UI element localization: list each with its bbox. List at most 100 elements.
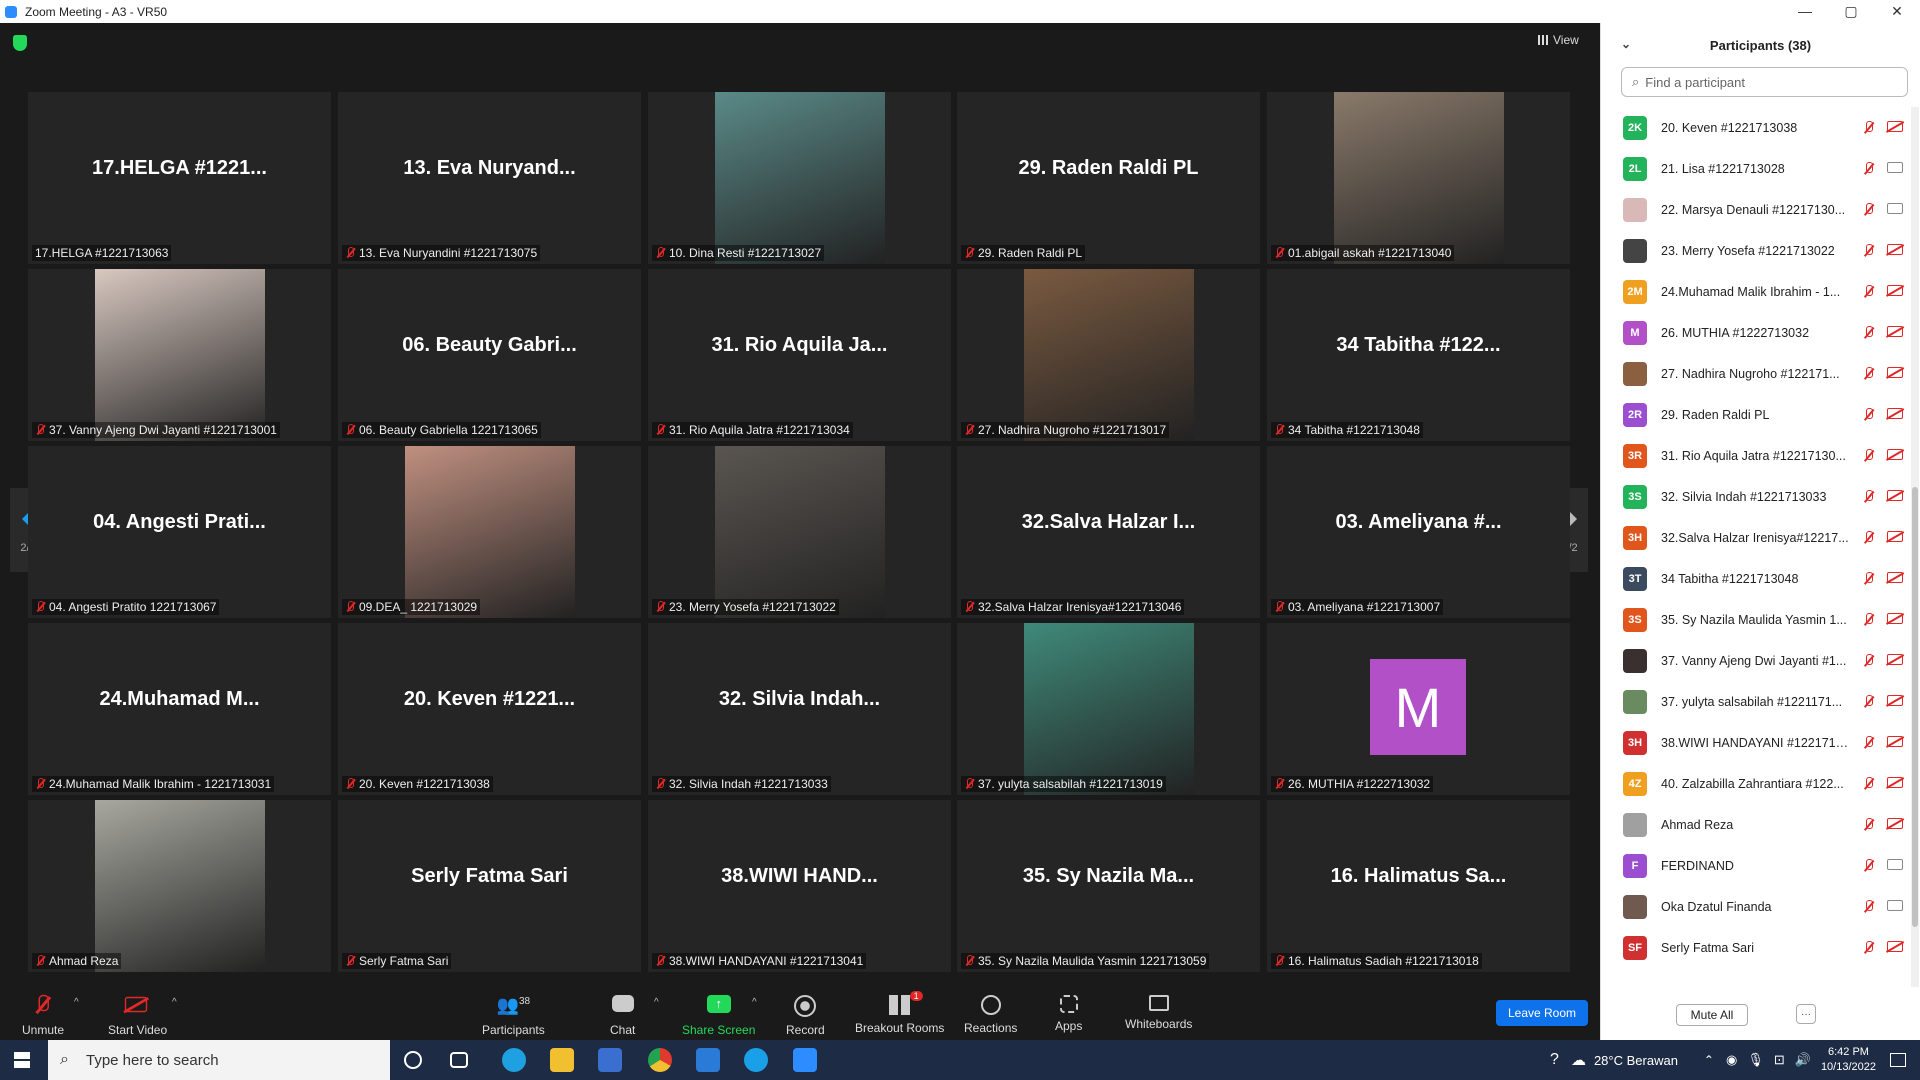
help-icon[interactable]: ?: [1550, 1051, 1559, 1069]
participant-row[interactable]: 2M 24.Muhamad Malik Ibrahim - 1...: [1601, 271, 1911, 312]
chevron-up-icon[interactable]: ⌃: [1704, 1053, 1714, 1067]
video-tile[interactable]: 03. Ameliyana #... 03. Ameliyana #1221713…: [1267, 446, 1570, 618]
participant-row[interactable]: Ahmad Reza: [1601, 804, 1911, 845]
file-explorer-icon[interactable]: [550, 1048, 574, 1072]
video-tile[interactable]: 35. Sy Nazila Ma... 35. Sy Nazila Maulida…: [957, 800, 1260, 972]
muted-mic-icon[interactable]: [1863, 121, 1875, 134]
video-tile[interactable]: 20. Keven #1221... 20. Keven #1221713038: [338, 623, 641, 795]
muted-mic-icon[interactable]: [1863, 654, 1875, 667]
muted-mic-icon[interactable]: [1863, 531, 1875, 544]
video-on-icon[interactable]: [1887, 203, 1903, 214]
reactions-button[interactable]: Reactions: [964, 995, 1017, 1035]
cortana-icon[interactable]: [404, 1051, 422, 1069]
edge-icon[interactable]: [502, 1048, 526, 1072]
participants-button[interactable]: 👥38 Participants: [482, 995, 545, 1037]
chat-options-caret-icon[interactable]: ^: [654, 997, 659, 1008]
muted-mic-icon[interactable]: [1863, 900, 1875, 913]
participant-row[interactable]: Oka Dzatul Finanda: [1601, 886, 1911, 927]
teamviewer-icon[interactable]: [744, 1048, 768, 1072]
participant-row[interactable]: 22. Marsya Denauli #12217130...: [1601, 189, 1911, 230]
video-tile[interactable]: Serly Fatma Sari Serly Fatma Sari: [338, 800, 641, 972]
video-tile[interactable]: 37. yulyta salsabilah #1221713019: [957, 623, 1260, 795]
video-tile[interactable]: Ahmad Reza: [28, 800, 331, 972]
video-tile[interactable]: 10. Dina Resti #1221713027: [648, 92, 951, 264]
participant-row[interactable]: 23. Merry Yosefa #1221713022: [1601, 230, 1911, 271]
unmute-button[interactable]: Unmute: [22, 994, 64, 1037]
participant-row[interactable]: 27. Nadhira Nugroho #122171...: [1601, 353, 1911, 394]
participant-row[interactable]: F FERDINAND: [1601, 845, 1911, 886]
apps-button[interactable]: Apps: [1055, 995, 1082, 1033]
meet-now-icon[interactable]: ◉: [1726, 1052, 1737, 1068]
video-tile[interactable]: 09.DEA_ 1221713029: [338, 446, 641, 618]
muted-mic-icon[interactable]: [1863, 695, 1875, 708]
video-tile[interactable]: 38.WIWI HAND... 38.WIWI HANDAYANI #122171…: [648, 800, 951, 972]
muted-mic-icon[interactable]: [1863, 449, 1875, 462]
participant-list-scrollbar[interactable]: [1911, 107, 1919, 987]
participant-row[interactable]: 4Z 40. Zalzabilla Zahrantiara #122...: [1601, 763, 1911, 804]
chat-button[interactable]: Chat: [610, 995, 635, 1037]
video-tile[interactable]: 32. Silvia Indah... 32. Silvia Indah #122…: [648, 623, 951, 795]
video-tile[interactable]: 16. Halimatus Sa... 16. Halimatus Sadiah …: [1267, 800, 1570, 972]
taskbar-search-input[interactable]: ⌕ Type here to search: [48, 1040, 390, 1080]
leave-room-button[interactable]: Leave Room: [1496, 1000, 1588, 1026]
minimize-button[interactable]: —: [1782, 3, 1828, 20]
participant-row[interactable]: 3S 32. Silvia Indah #1221713033: [1601, 476, 1911, 517]
participant-row[interactable]: 2K 20. Keven #1221713038: [1601, 107, 1911, 148]
video-off-icon[interactable]: [1887, 326, 1903, 337]
muted-mic-icon[interactable]: [1863, 777, 1875, 790]
encryption-shield-icon[interactable]: [13, 35, 27, 51]
network-icon[interactable]: ⊡: [1774, 1052, 1785, 1068]
view-button[interactable]: View: [1538, 33, 1579, 47]
video-on-icon[interactable]: [1887, 162, 1903, 173]
audio-options-caret-icon[interactable]: ^: [74, 997, 79, 1008]
video-off-icon[interactable]: [1887, 285, 1903, 296]
video-off-icon[interactable]: [1887, 695, 1903, 706]
video-off-icon[interactable]: [1887, 736, 1903, 747]
share-options-caret-icon[interactable]: ^: [752, 997, 757, 1008]
video-tile[interactable]: 27. Nadhira Nugroho #1221713017: [957, 269, 1260, 441]
video-tile[interactable]: 04. Angesti Prati... 04. Angesti Pratito …: [28, 446, 331, 618]
muted-mic-icon[interactable]: [1863, 244, 1875, 257]
video-off-icon[interactable]: [1887, 613, 1903, 624]
video-tile[interactable]: 31. Rio Aquila Ja... 31. Rio Aquila Jatra…: [648, 269, 951, 441]
video-tile[interactable]: 37. Vanny Ajeng Dwi Jayanti #1221713001: [28, 269, 331, 441]
muted-mic-icon[interactable]: [1863, 859, 1875, 872]
notifications-icon[interactable]: [1890, 1053, 1906, 1067]
muted-mic-icon[interactable]: [1863, 613, 1875, 626]
chevron-down-icon[interactable]: ⌄: [1621, 37, 1631, 51]
video-off-icon[interactable]: [1887, 244, 1903, 255]
video-off-icon[interactable]: [1887, 654, 1903, 665]
more-options-button[interactable]: ···: [1796, 1004, 1816, 1024]
participant-row[interactable]: 37. yulyta salsabilah #1221171...: [1601, 681, 1911, 722]
video-tile[interactable]: M 26. MUTHIA #1222713032: [1267, 623, 1570, 795]
video-off-icon[interactable]: [1887, 818, 1903, 829]
windows-start-icon[interactable]: [14, 1052, 30, 1068]
record-button[interactable]: Record: [786, 995, 825, 1037]
breakout-rooms-button[interactable]: 1 Breakout Rooms: [855, 991, 944, 1035]
video-off-icon[interactable]: [1887, 408, 1903, 419]
video-off-icon[interactable]: [1887, 367, 1903, 378]
muted-mic-icon[interactable]: [1863, 736, 1875, 749]
muted-mic-icon[interactable]: [1863, 162, 1875, 175]
video-tile[interactable]: 01.abigail askah #1221713040: [1267, 92, 1570, 264]
video-options-caret-icon[interactable]: ^: [172, 997, 177, 1008]
video-tile[interactable]: 13. Eva Nuryand... 13. Eva Nuryandini #12…: [338, 92, 641, 264]
mic-tray-icon[interactable]: 🎙: [1747, 1052, 1764, 1068]
video-tile[interactable]: 24.Muhamad M... 24.Muhamad Malik Ibrahim …: [28, 623, 331, 795]
muted-mic-icon[interactable]: [1863, 818, 1875, 831]
scrollbar-thumb[interactable]: [1912, 487, 1918, 927]
participant-row[interactable]: 2L 21. Lisa #1221713028: [1601, 148, 1911, 189]
video-off-icon[interactable]: [1887, 572, 1903, 583]
zoom-taskbar-icon[interactable]: [793, 1048, 817, 1072]
maximize-button[interactable]: ▢: [1828, 3, 1874, 20]
video-off-icon[interactable]: [1887, 777, 1903, 788]
volume-icon[interactable]: 🔊: [1795, 1052, 1811, 1068]
participant-row[interactable]: 3T 34 Tabitha #1221713048: [1601, 558, 1911, 599]
participant-row[interactable]: 3H 38.WIWI HANDAYANI #1221713...: [1601, 722, 1911, 763]
share-screen-button[interactable]: ↑ Share Screen: [682, 995, 755, 1037]
muted-mic-icon[interactable]: [1863, 285, 1875, 298]
muted-mic-icon[interactable]: [1863, 408, 1875, 421]
muted-mic-icon[interactable]: [1863, 490, 1875, 503]
video-off-icon[interactable]: [1887, 121, 1903, 132]
video-off-icon[interactable]: [1887, 531, 1903, 542]
